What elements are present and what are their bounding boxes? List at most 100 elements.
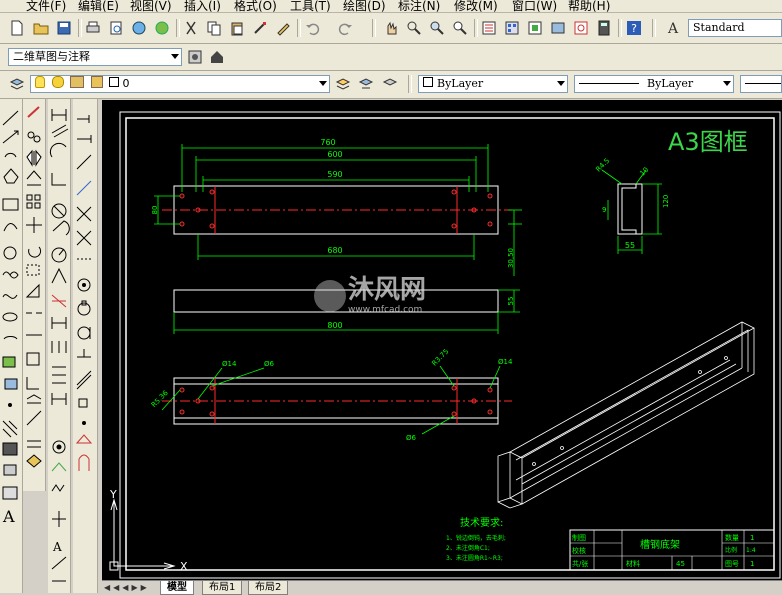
menu-file[interactable]: 文件(F): [26, 0, 66, 12]
tab-nav-arrows-icon[interactable]: ◀◀◀▶▶: [104, 582, 156, 593]
tech-line-3: 3、未注圆角R1~R3;: [446, 554, 503, 562]
draw-tool-icons: A: [2, 110, 19, 526]
tb-material: 45: [676, 560, 685, 568]
workspace-combo[interactable]: 二维草图与注释: [8, 48, 182, 66]
copy-icon[interactable]: [205, 19, 223, 37]
dim-760: 760: [320, 138, 335, 147]
dim-radius-left: R5.36: [150, 389, 171, 410]
tb-check: 校核: [572, 546, 586, 555]
tool-palettes-icon[interactable]: [526, 19, 544, 37]
paste-icon[interactable]: [228, 19, 246, 37]
tb-drawn: 制图: [572, 533, 586, 542]
layer-previous-icon[interactable]: [357, 75, 375, 93]
match-properties-icon[interactable]: [251, 19, 269, 37]
sheet-set-icon[interactable]: [549, 19, 567, 37]
dim-phi6-right: Ø6: [406, 434, 417, 442]
menu-format[interactable]: 格式(O): [234, 0, 277, 12]
make-layer-current-icon[interactable]: [334, 75, 352, 93]
menu-bar: 文件(F) 编辑(E) 视图(V) 插入(I) 格式(O) 工具(T) 绘图(D…: [0, 0, 782, 13]
calculator-icon[interactable]: [595, 19, 613, 37]
tech-title: 技术要求:: [460, 516, 503, 529]
tb-part-name: 槽钢底架: [640, 538, 680, 551]
object-snap-toolbar: [73, 99, 98, 593]
sheet-outer-border: [119, 111, 781, 579]
new-file-icon[interactable]: [8, 19, 26, 37]
tech-line-2: 2、未注倒角C1;: [446, 544, 490, 552]
sun-icon: [51, 76, 64, 88]
tb-material-label: 材料: [626, 559, 640, 568]
tech-line-1: 1、锐边倒钝，去毛刺;: [446, 534, 506, 542]
properties-icon[interactable]: [480, 19, 498, 37]
layer-states-icon[interactable]: [381, 75, 399, 93]
print-preview-icon[interactable]: [107, 19, 125, 37]
profile-view: R4.5 10 120 9 55: [594, 157, 670, 254]
cut-icon[interactable]: [182, 19, 200, 37]
dim-phi14-left: Ø14: [222, 360, 237, 368]
menu-dimension[interactable]: 标注(N): [398, 0, 440, 12]
drawing-canvas[interactable]: A3图框 760 600 590 80 680 30,50 800 55 Ø14…: [102, 100, 782, 580]
open-folder-icon[interactable]: [32, 19, 50, 37]
menu-modify[interactable]: 修改(M): [454, 0, 498, 12]
zoom-window-icon[interactable]: [428, 19, 446, 37]
publish-icon[interactable]: [130, 19, 148, 37]
layers-toolbar: 0 ByLayer ByLayer: [0, 71, 782, 99]
undo-icon[interactable]: [304, 19, 322, 37]
lightbulb-icon: [35, 76, 45, 88]
standard-toolbar: ? A Standard: [0, 13, 782, 44]
linetype-combo[interactable]: ByLayer: [574, 75, 734, 93]
tb-no: 1: [750, 560, 754, 568]
dim-55: 55: [507, 297, 515, 306]
draw-toolbar: A: [0, 99, 23, 593]
lock-icon: [90, 76, 103, 88]
layer-manager-icon[interactable]: [8, 75, 26, 93]
modify-toolbar: [23, 99, 46, 491]
lineweight-combo[interactable]: [740, 75, 782, 93]
menu-edit[interactable]: 编辑(E): [78, 0, 119, 12]
dim-radius-right: R3.75: [430, 348, 450, 368]
workspace-settings-icon[interactable]: [186, 48, 204, 66]
text-style-combo[interactable]: Standard: [688, 19, 782, 37]
my-workspace-icon[interactable]: [208, 48, 226, 66]
workspace-toolbar: 二维草图与注释: [0, 44, 782, 71]
modify-tool-icons: [25, 106, 42, 468]
dimension-toolbar: A: [48, 99, 71, 593]
color-combo[interactable]: ByLayer: [418, 75, 568, 93]
dim-phi14-right: Ø14: [498, 358, 513, 366]
bottom-view: Ø14 Ø6 R5.36 Ø6 R3.75 Ø14: [150, 348, 513, 442]
menu-help[interactable]: 帮助(H): [568, 0, 610, 12]
redo-icon[interactable]: [336, 19, 354, 37]
tb-scale: 1:4: [746, 547, 756, 554]
isometric-view: [497, 321, 755, 509]
markup-icon[interactable]: [572, 19, 590, 37]
zoom-realtime-icon[interactable]: [405, 19, 423, 37]
svg-text:?: ?: [631, 22, 637, 35]
tb-qty-label: 数量: [725, 533, 739, 542]
layout-tab-bar: ◀◀◀▶▶ 模型 布局1 布局2: [102, 580, 782, 595]
menu-window[interactable]: 窗口(W): [512, 0, 557, 12]
tech-requirements: 技术要求: 1、锐边倒钝，去毛刺; 2、未注倒角C1; 3、未注圆角R1~R3;: [446, 516, 506, 562]
menu-draw[interactable]: 绘图(D): [343, 0, 386, 12]
menu-tools[interactable]: 工具(T): [290, 0, 331, 12]
3d-dwf-icon[interactable]: [153, 19, 171, 37]
frame-title: A3图框: [668, 128, 748, 156]
drawing-svg[interactable]: A3图框 760 600 590 80 680 30,50 800 55 Ø14…: [102, 100, 782, 580]
top-view: 760 600 590 80 680 30,50: [151, 138, 522, 276]
design-center-icon[interactable]: [503, 19, 521, 37]
watermark-url: www.mfcad.com: [348, 305, 422, 315]
print-icon[interactable]: [84, 19, 102, 37]
layer-combo[interactable]: 0: [30, 75, 330, 93]
dim-680: 680: [327, 246, 342, 255]
pan-realtime-icon[interactable]: [382, 19, 400, 37]
dim-profile-55: 55: [625, 241, 635, 250]
menu-view[interactable]: 视图(V): [130, 0, 172, 12]
save-icon[interactable]: [55, 19, 73, 37]
block-editor-icon[interactable]: [274, 19, 292, 37]
dim-profile-9: 9: [602, 206, 606, 214]
watermark-name: 沐风网: [348, 275, 426, 305]
dim-590: 590: [327, 170, 342, 179]
help-icon[interactable]: ?: [625, 19, 643, 37]
color-swatch-icon: [423, 77, 433, 87]
menu-insert[interactable]: 插入(I): [184, 0, 221, 12]
text-style-icon[interactable]: A: [664, 19, 682, 37]
zoom-previous-icon[interactable]: [451, 19, 469, 37]
